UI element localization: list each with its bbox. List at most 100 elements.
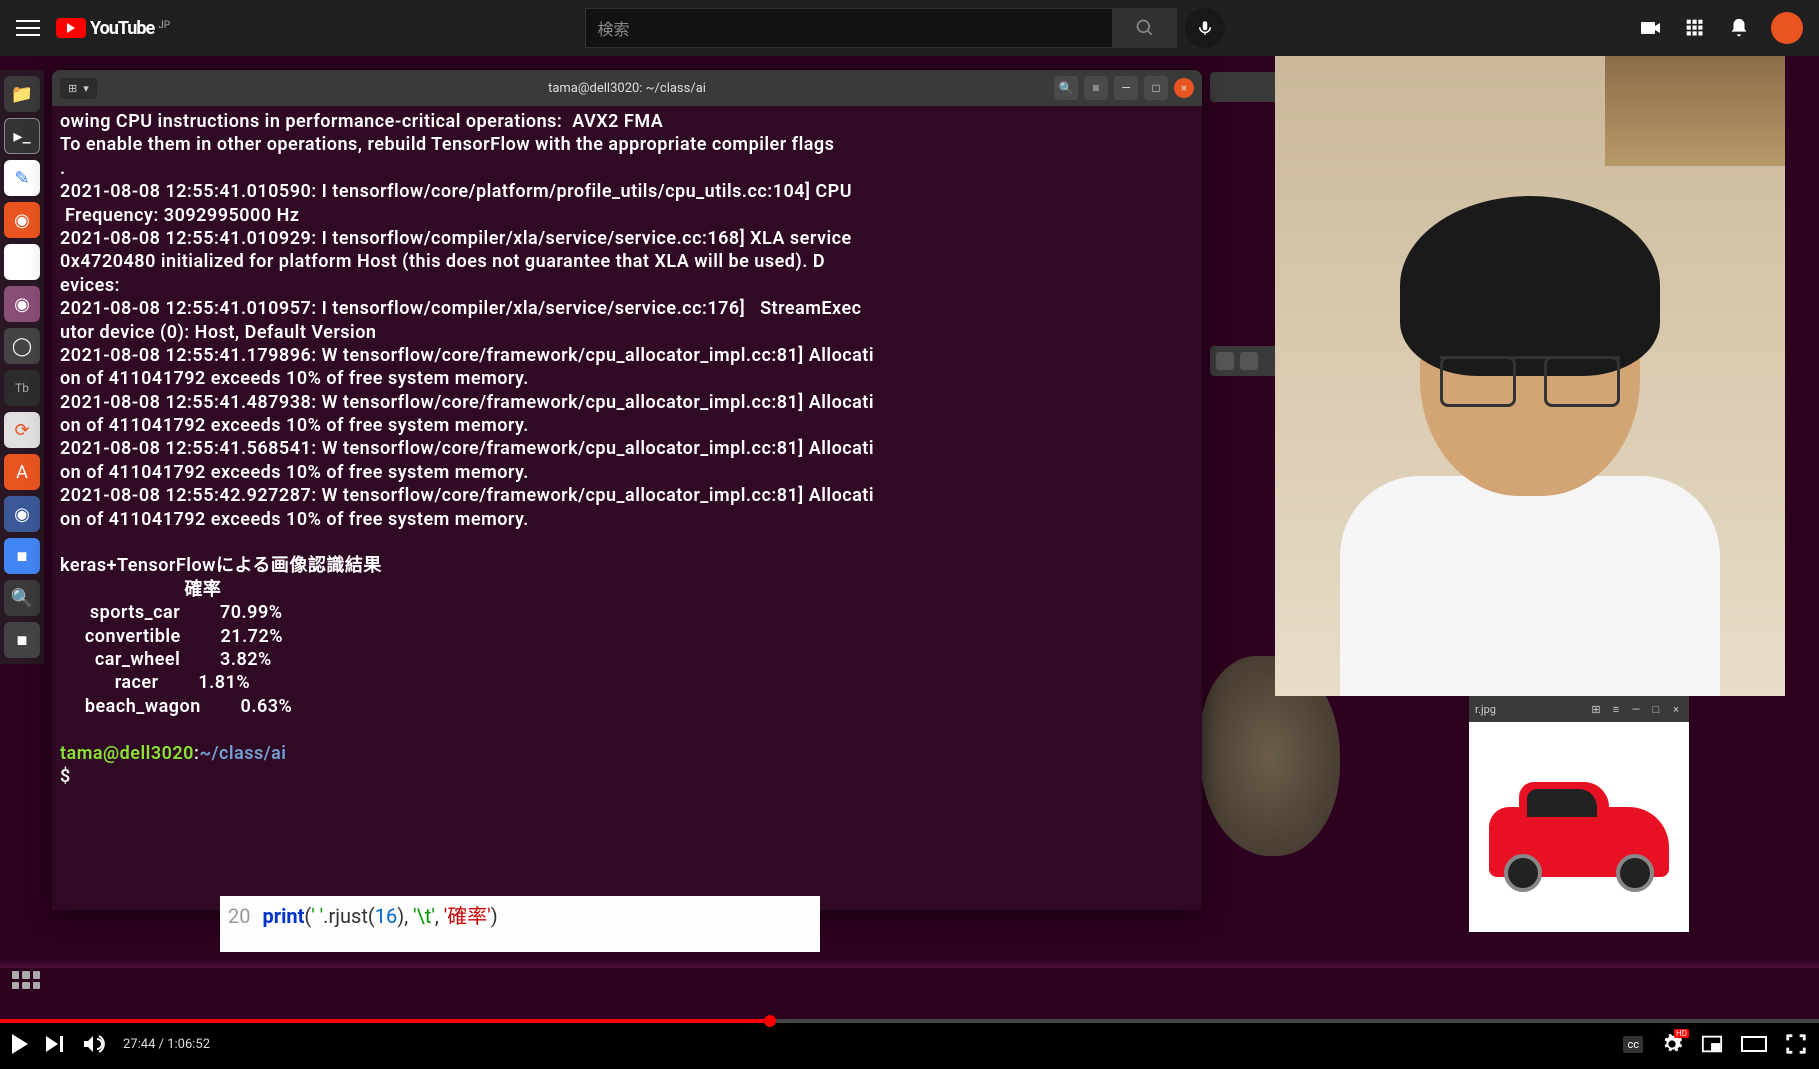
progress-fill [0, 1019, 764, 1023]
progress-handle[interactable] [764, 1015, 776, 1027]
settings-button[interactable]: HD [1661, 1033, 1683, 1055]
terminal-line: 2021-08-08 12:55:41.568541: W tensorflow… [60, 438, 874, 459]
progress-bar[interactable] [0, 1019, 1819, 1023]
volume-button[interactable] [81, 1032, 105, 1056]
dock-font-icon[interactable]: Tb [4, 370, 40, 406]
current-time: 27:44 [123, 1037, 155, 1052]
img-maximize-icon[interactable]: □ [1649, 702, 1663, 716]
user-avatar[interactable] [1771, 12, 1803, 44]
captions-button[interactable]: cc [1623, 1036, 1643, 1053]
dock-terminal-icon[interactable]: ▸_ [4, 118, 40, 154]
dock-app5-icon[interactable]: ■ [4, 622, 40, 658]
code-number: 16 [375, 904, 397, 928]
video-player-area: 📁 ▸_ ✎ ◉ ◉ ◉ ◯ Tb ⟳ A ◉ ■ 🔍 ■ × ⊞▾ tama@… [0, 56, 1819, 1069]
terminal-line: . [60, 158, 66, 179]
minimize-button[interactable]: — [1114, 76, 1138, 100]
controls-row: 27:44 / 1:06:52 cc HD [0, 1019, 1819, 1069]
terminal-line: racer 1.81% [60, 672, 250, 693]
search-button[interactable] [1113, 8, 1177, 48]
dock-chrome-icon[interactable]: ◉ [4, 244, 40, 280]
fullscreen-button[interactable] [1785, 1033, 1807, 1055]
terminal-titlebar[interactable]: ⊞▾ tama@dell3020: ~/class/ai 🔍 ≡ — □ × [52, 70, 1202, 106]
image-viewer-titlebar[interactable]: r.jpg ⊞ ≡ — □ × [1469, 696, 1689, 722]
voice-search-button[interactable] [1185, 8, 1225, 48]
dock-magnifier-icon[interactable]: 🔍 [4, 580, 40, 616]
code-string: '\t' [413, 904, 435, 928]
dock-app4-icon[interactable]: ■ [4, 538, 40, 574]
img-minimize-icon[interactable]: — [1629, 702, 1643, 716]
terminal-tab[interactable]: ⊞▾ [60, 78, 97, 99]
close-button[interactable]: × [1174, 78, 1194, 98]
fullscreen-icon [1785, 1033, 1807, 1055]
search-input[interactable]: 検索 [585, 8, 1113, 48]
bell-icon [1728, 17, 1750, 39]
volume-icon [81, 1032, 105, 1056]
dock-app1-icon[interactable]: ◉ [4, 286, 40, 322]
apps-button[interactable] [1683, 16, 1707, 40]
terminal-line: 2021-08-08 12:55:41.179896: W tensorflow… [60, 345, 874, 366]
terminal-line: 0x4720480 initialized for platform Host … [60, 251, 825, 272]
theater-icon [1741, 1033, 1767, 1055]
miniplayer-icon [1701, 1033, 1723, 1055]
miniplayer-button[interactable] [1701, 1033, 1723, 1055]
img-close-icon[interactable]: × [1669, 702, 1683, 716]
camera-plus-icon [1639, 16, 1663, 40]
mic-icon [1196, 19, 1214, 37]
time-separator: / [155, 1037, 167, 1052]
terminal-line: on of 411041792 exceeds 10% of free syst… [60, 462, 529, 483]
notifications-button[interactable] [1727, 16, 1751, 40]
youtube-header: YouTube JP 検索 [0, 0, 1819, 56]
youtube-wordmark: YouTube [90, 18, 154, 39]
presenter-person [1340, 176, 1720, 696]
dock-store-icon[interactable]: A [4, 454, 40, 490]
tab-icon: ⊞ [68, 82, 77, 95]
next-button[interactable] [46, 1036, 63, 1052]
image-window-controls: ⊞ ≡ — □ × [1589, 702, 1683, 716]
terminal-line: 2021-08-08 12:55:41.010590: I tensorflow… [60, 181, 852, 202]
maximize-button[interactable]: □ [1144, 76, 1168, 100]
terminal-line: car_wheel 3.82% [60, 649, 272, 670]
grid-icon [1685, 18, 1705, 38]
play-button[interactable] [12, 1034, 28, 1054]
presenter-webcam-small [1605, 56, 1785, 166]
hamburger-terminal-button[interactable]: ≡ [1084, 76, 1108, 100]
terminal-line: 2021-08-08 12:55:41.010957: I tensorflow… [60, 298, 862, 319]
prompt-symbol: $ [60, 766, 76, 787]
prompt-user: tama@dell3020 [60, 743, 194, 764]
dock-app2-icon[interactable]: ◯ [4, 328, 40, 364]
car-image [1469, 722, 1689, 932]
image-filename: r.jpg [1475, 703, 1496, 716]
terminal-line: on of 411041792 exceeds 10% of free syst… [60, 509, 529, 530]
search-terminal-button[interactable]: 🔍 [1054, 76, 1078, 100]
code-method: .rjust( [323, 904, 375, 928]
create-button[interactable] [1639, 16, 1663, 40]
terminal-line: To enable them in other operations, rebu… [60, 134, 834, 155]
time-display: 27:44 / 1:06:52 [123, 1037, 210, 1052]
menu-icon[interactable] [16, 16, 40, 40]
youtube-logo[interactable]: YouTube JP [56, 18, 170, 39]
ubuntu-dock: 📁 ▸_ ✎ ◉ ◉ ◉ ◯ Tb ⟳ A ◉ ■ 🔍 ■ [0, 70, 44, 664]
code-text: , [435, 904, 444, 928]
terminal-line: on of 411041792 exceeds 10% of free syst… [60, 415, 529, 436]
code-editor-peek: 20 print(' '.rjust(16), '\t', '確率') [220, 896, 820, 952]
dock-ubuntu-icon[interactable]: ◉ [4, 202, 40, 238]
red-sports-car [1489, 807, 1669, 877]
total-time: 1:06:52 [167, 1037, 210, 1052]
code-paren: ) [491, 904, 498, 928]
code-string: ' ' [311, 904, 323, 928]
dock-update-icon[interactable]: ⟳ [4, 412, 40, 448]
img-btn1-icon[interactable]: ⊞ [1589, 702, 1603, 716]
terminal-body[interactable]: owing CPU instructions in performance-cr… [52, 106, 1202, 792]
theater-button[interactable] [1741, 1033, 1767, 1055]
region-label: JP [158, 20, 170, 31]
hd-badge: HD [1674, 1029, 1689, 1038]
dock-app3-icon[interactable]: ◉ [4, 496, 40, 532]
dropdown-icon: ▾ [83, 82, 89, 95]
img-btn2-icon[interactable]: ≡ [1609, 702, 1623, 716]
dock-gedit-icon[interactable]: ✎ [4, 160, 40, 196]
terminal-line: 確率 [60, 579, 221, 600]
dock-files-icon[interactable]: 📁 [4, 76, 40, 112]
terminal-line: 2021-08-08 12:55:41.487938: W tensorflow… [60, 392, 874, 413]
terminal-line: keras+TensorFlowによる画像認識結果 [60, 555, 382, 576]
terminal-line: sports_car 70.99% [60, 602, 283, 623]
